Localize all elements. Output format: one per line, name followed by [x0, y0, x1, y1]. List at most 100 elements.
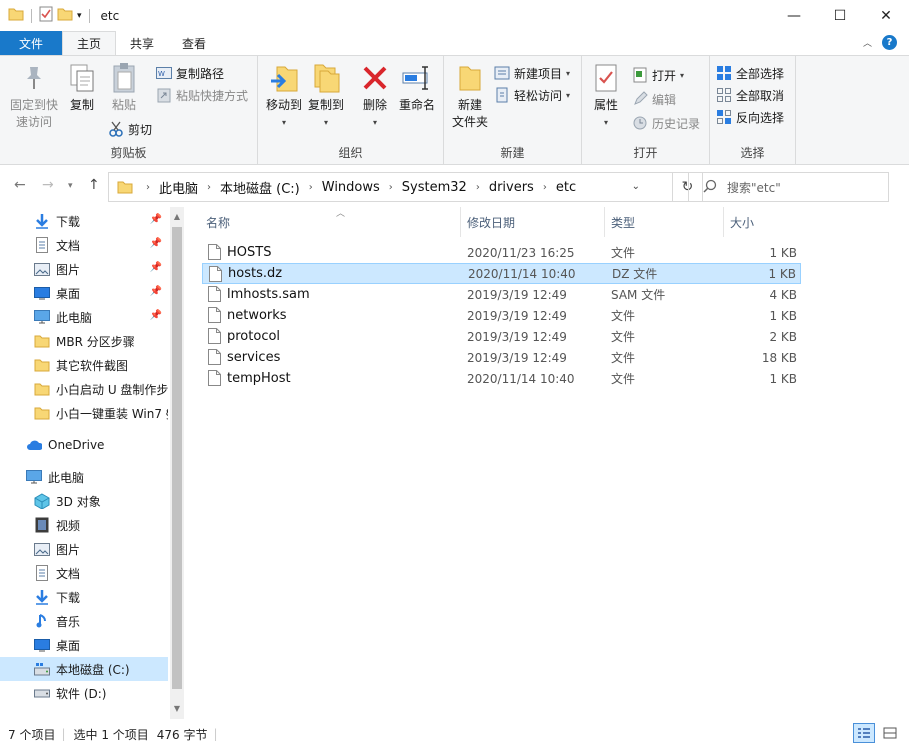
file-row[interactable]: lmhosts.sam 2019/3/19 12:49 SAM 文件 4 KB — [202, 284, 801, 305]
nav-quick-downloads[interactable]: 下载 📌 — [0, 209, 168, 233]
file-row[interactable]: HOSTS 2020/11/23 16:25 文件 1 KB — [202, 242, 801, 263]
file-row[interactable]: services 2019/3/19 12:49 文件 18 KB — [202, 347, 801, 368]
new-item-button[interactable]: 新建项目 ▾ — [494, 62, 570, 84]
copy-button[interactable]: 复制 — [64, 62, 100, 114]
window-title: etc — [100, 8, 120, 23]
customize-qat-icon[interactable]: ▾ — [77, 11, 82, 21]
easy-access-button[interactable]: 轻松访问 ▾ — [494, 84, 570, 106]
address-dropdown-icon[interactable]: ⌄ — [632, 181, 640, 192]
paste-shortcut-button[interactable]: 粘贴快捷方式 — [156, 84, 248, 106]
help-icon[interactable]: ? — [882, 35, 897, 50]
tab-home[interactable]: 主页 — [62, 31, 117, 55]
nav-onedrive[interactable]: OneDrive — [0, 433, 168, 457]
search-input[interactable]: 搜索"etc" — [688, 172, 889, 202]
file-row[interactable]: networks 2019/3/19 12:49 文件 1 KB — [202, 305, 801, 326]
breadcrumb-this-pc[interactable]: 此电脑 › — [159, 178, 220, 197]
file-row-selected[interactable]: hosts.dz 2020/11/14 10:40 DZ 文件 1 KB — [202, 263, 801, 284]
new-folder-quick-icon[interactable] — [57, 7, 73, 24]
column-header-size[interactable]: 大小 — [724, 207, 803, 237]
tab-view[interactable]: 查看 — [168, 31, 220, 55]
ribbon-tabs: 文件 主页 共享 查看 ︿ ? — [0, 31, 909, 55]
maximize-button[interactable]: ☐ — [817, 0, 863, 31]
copy-path-button[interactable]: W 复制路径 — [156, 62, 224, 84]
easy-access-icon — [494, 87, 510, 103]
search-icon — [703, 179, 717, 196]
nav-pc-downloads[interactable]: 下载 — [0, 585, 168, 609]
tab-share[interactable]: 共享 — [116, 31, 168, 55]
breadcrumb-drive-c[interactable]: 本地磁盘 (C:) › — [220, 178, 322, 197]
cut-button[interactable]: 剪切 — [108, 118, 152, 140]
nav-quick-folder-screenshots[interactable]: 其它软件截图 — [0, 353, 168, 377]
scroll-down-icon[interactable]: ▼ — [170, 701, 184, 717]
back-arrow-icon[interactable]: ← — [14, 177, 26, 193]
breadcrumb-system32[interactable]: System32 › — [402, 180, 489, 195]
edit-button[interactable]: 编辑 — [632, 88, 676, 110]
nav-pc-videos[interactable]: 视频 — [0, 513, 168, 537]
desktop-icon — [34, 285, 50, 301]
delete-button[interactable]: 删除 ▾ — [358, 62, 392, 131]
up-arrow-icon[interactable]: ↑ — [88, 177, 100, 193]
nav-quick-desktop[interactable]: 桌面 📌 — [0, 281, 168, 305]
pin-icon[interactable]: 📌 — [150, 286, 162, 297]
computer-icon — [34, 309, 50, 325]
history-button[interactable]: 历史记录 — [632, 112, 700, 134]
new-folder-button[interactable]: 新建 文件夹 — [450, 62, 490, 131]
move-to-button[interactable]: 移动到 ▾ — [264, 62, 304, 131]
rename-button[interactable]: 重命名 — [396, 62, 438, 114]
file-row[interactable]: protocol 2019/3/19 12:49 文件 2 KB — [202, 326, 801, 347]
properties-quick-icon[interactable] — [39, 6, 53, 25]
forward-arrow-icon[interactable]: → — [42, 177, 54, 193]
select-none-button[interactable]: 全部取消 — [716, 84, 784, 106]
collapse-ribbon-icon[interactable]: ︿ — [863, 36, 872, 49]
3d-objects-icon — [34, 493, 50, 509]
file-row[interactable]: tempHost 2020/11/14 10:40 文件 1 KB — [202, 368, 801, 389]
nav-pc-3d-objects[interactable]: 3D 对象 — [0, 489, 168, 513]
properties-button[interactable]: 属性 ▾ — [588, 62, 624, 131]
nav-pane-scrollbar[interactable]: ▲ ▼ — [170, 207, 184, 719]
nav-pc-drive-d[interactable]: 软件 (D:) — [0, 681, 168, 705]
folder-icon — [34, 333, 50, 349]
nav-pc-drive-c[interactable]: 本地磁盘 (C:) — [0, 657, 168, 681]
pin-icon[interactable]: 📌 — [150, 238, 162, 249]
pin-icon[interactable]: 📌 — [150, 310, 162, 321]
close-button[interactable]: ✕ — [863, 0, 909, 31]
column-header-type[interactable]: 类型 — [605, 207, 724, 237]
paste-button[interactable]: 粘贴 — [106, 62, 142, 114]
copy-to-button[interactable]: 复制到 ▾ — [306, 62, 346, 131]
nav-quick-folder-win7[interactable]: 小白一键重装 Win7 § — [0, 401, 168, 425]
group-label-open: 打开 — [633, 146, 658, 160]
recent-locations-icon[interactable]: ▾ — [68, 181, 73, 191]
breadcrumb-windows[interactable]: Windows › — [322, 180, 402, 195]
open-button[interactable]: 打开 ▾ — [632, 64, 684, 86]
pin-icon[interactable]: 📌 — [150, 214, 162, 225]
nav-pc-desktop[interactable]: 桌面 — [0, 633, 168, 657]
column-header-date[interactable]: 修改日期 — [461, 207, 605, 237]
nav-quick-this-pc[interactable]: 此电脑 📌 — [0, 305, 168, 329]
tab-file[interactable]: 文件 — [0, 31, 62, 55]
file-icon — [208, 307, 221, 326]
file-list: 名称 ︿ 修改日期 类型 大小 HOSTS 2020/11/23 16:25 文… — [190, 207, 909, 719]
pin-quick-access-button[interactable]: 固定到快 速访问 — [8, 62, 60, 131]
nav-pc-music[interactable]: 音乐 — [0, 609, 168, 633]
details-view-icon[interactable] — [853, 723, 875, 743]
breadcrumb-drivers[interactable]: drivers › — [489, 180, 556, 195]
scrollbar-thumb[interactable] — [172, 227, 182, 689]
invert-selection-button[interactable]: 反向选择 — [716, 106, 784, 128]
breadcrumb-etc[interactable]: etc — [556, 180, 576, 195]
pin-icon[interactable]: 📌 — [150, 262, 162, 273]
nav-pc-pictures[interactable]: 图片 — [0, 537, 168, 561]
column-header-name[interactable]: 名称 ︿ — [200, 207, 461, 237]
large-icons-view-icon[interactable] — [879, 723, 901, 743]
nav-quick-folder-mbr[interactable]: MBR 分区步骤 — [0, 329, 168, 353]
address-bar[interactable]: › 此电脑 › 本地磁盘 (C:) › Windows › System32 › dri… — [108, 172, 673, 202]
file-icon — [208, 349, 221, 368]
nav-this-pc[interactable]: 此电脑 — [0, 465, 168, 489]
nav-quick-pictures[interactable]: 图片 📌 — [0, 257, 168, 281]
nav-quick-documents[interactable]: 文档 📌 — [0, 233, 168, 257]
minimize-button[interactable]: — — [771, 0, 817, 31]
nav-quick-folder-usb[interactable]: 小白启动 U 盘制作步 — [0, 377, 168, 401]
select-all-button[interactable]: 全部选择 — [716, 62, 784, 84]
nav-pc-documents[interactable]: 文档 — [0, 561, 168, 585]
edit-icon — [632, 91, 648, 107]
scroll-up-icon[interactable]: ▲ — [170, 209, 184, 225]
